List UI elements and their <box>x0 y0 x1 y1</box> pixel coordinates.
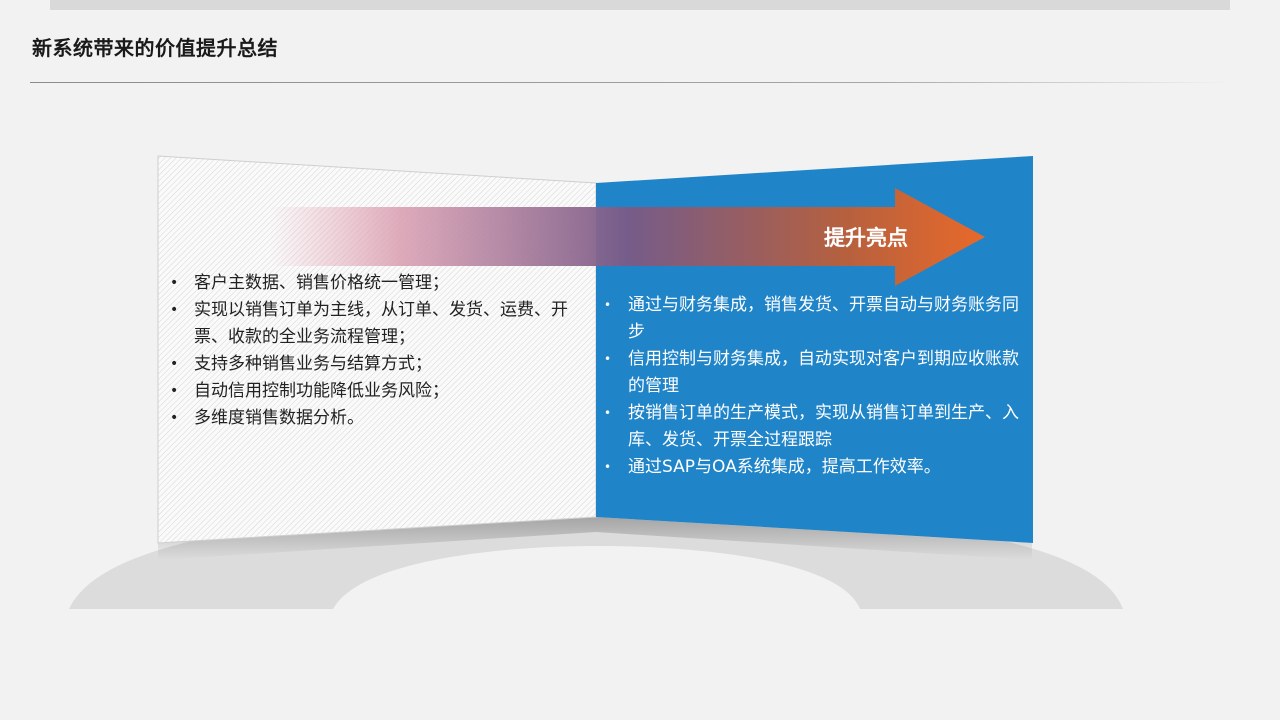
list-item: 多维度销售数据分析。 <box>170 405 580 432</box>
list-item: 实现以销售订单为主线，从订单、发货、运费、开票、收款的全业务流程管理； <box>170 297 580 351</box>
value-diagram: 提升亮点 客户主数据、销售价格统一管理； 实现以销售订单为主线，从订单、发货、运… <box>0 0 1280 720</box>
list-item: 通过SAP与OA系统集成，提高工作效率。 <box>604 454 1034 481</box>
list-item: 信用控制与财务集成，自动实现对客户到期应收账款的管理 <box>604 346 1034 400</box>
list-item: 通过与财务集成，销售发货、开票自动与财务账务同步 <box>604 292 1034 346</box>
list-item: 按销售订单的生产模式，实现从销售订单到生产、入库、发货、开票全过程跟踪 <box>604 400 1034 454</box>
list-item: 支持多种销售业务与结算方式； <box>170 351 580 378</box>
arrow-label: 提升亮点 <box>824 226 908 250</box>
right-highlight-list: 通过与财务集成，销售发货、开票自动与财务账务同步 信用控制与财务集成，自动实现对… <box>604 292 1034 481</box>
list-item: 客户主数据、销售价格统一管理； <box>170 270 580 297</box>
list-item: 自动信用控制功能降低业务风险； <box>170 378 580 405</box>
left-feature-list: 客户主数据、销售价格统一管理； 实现以销售订单为主线，从订单、发货、运费、开票、… <box>170 270 580 432</box>
